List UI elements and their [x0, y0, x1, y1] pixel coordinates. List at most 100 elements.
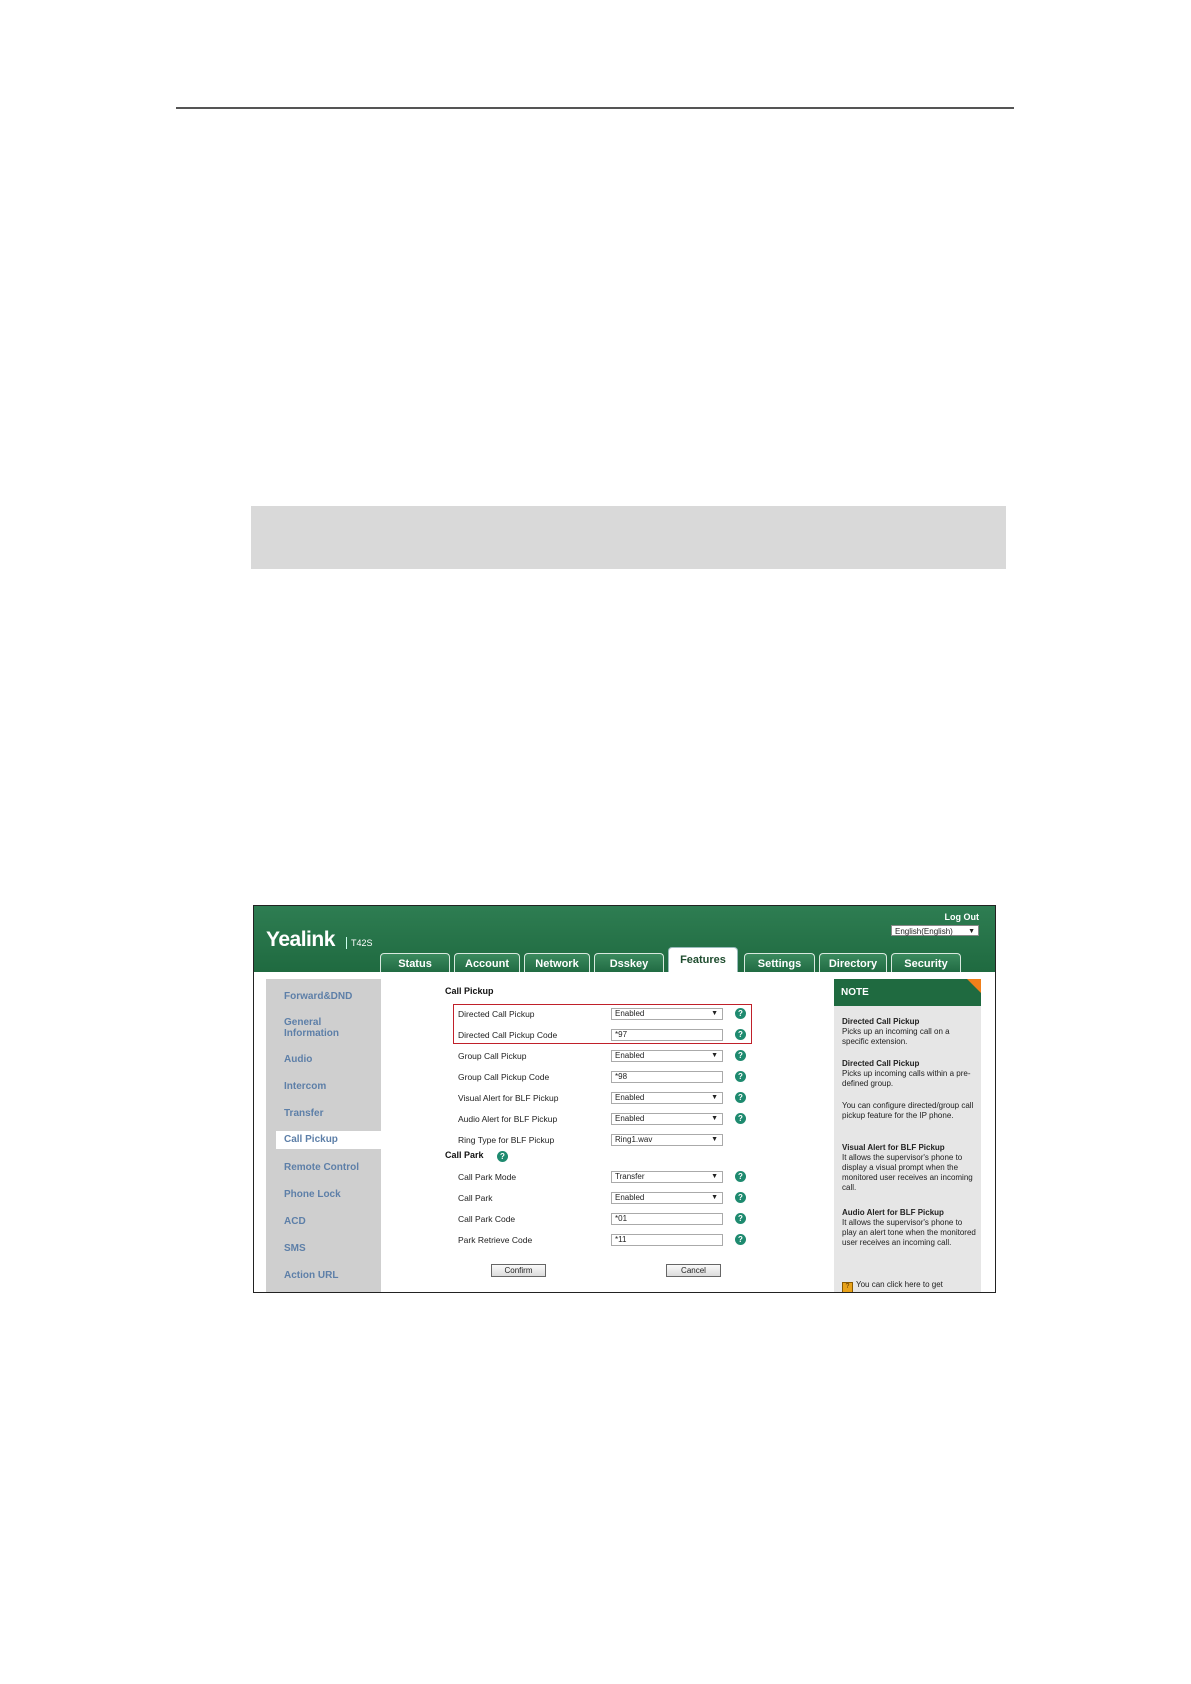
chevron-down-icon: ▼: [968, 928, 975, 935]
note-pane: NOTE Directed Call Pickup Picks up an inc…: [834, 979, 981, 1292]
shaded-note-box: [251, 506, 1006, 569]
select-value: Enabled: [615, 1009, 645, 1018]
chevron-down-icon: ▼: [711, 1136, 718, 1143]
chevron-down-icon: ▼: [711, 1094, 718, 1101]
tab-account[interactable]: Account: [454, 953, 520, 972]
help-icon[interactable]: ?: [735, 1029, 746, 1040]
note-block: Directed Call Pickup Picks up incoming ca…: [842, 1059, 978, 1089]
help-icon[interactable]: ?: [735, 1234, 746, 1245]
note-text: You can configure directed/group call pi…: [842, 1101, 974, 1120]
note-title: NOTE: [834, 979, 981, 1006]
park-retrieve-code-input[interactable]: *11: [611, 1234, 723, 1246]
directed-call-pickup-code-label: Directed Call Pickup Code: [458, 1030, 558, 1040]
help-icon[interactable]: ?: [735, 1213, 746, 1224]
note-block: You can configure directed/group call pi…: [842, 1101, 978, 1121]
chevron-down-icon: ▼: [711, 1173, 718, 1180]
note-heading: Directed Call Pickup: [842, 1059, 920, 1068]
nav-item-intercom[interactable]: Intercom: [284, 1081, 326, 1092]
call-park-title: Call Park: [445, 1150, 484, 1160]
note-heading: Visual Alert for BLF Pickup: [842, 1143, 945, 1152]
note-text: It allows the supervisor's phone to disp…: [842, 1153, 973, 1192]
nav-item-call-pickup[interactable]: Call Pickup: [276, 1131, 388, 1149]
nav-item-phone-lock[interactable]: Phone Lock: [284, 1189, 341, 1200]
web-ui-screenshot: Yealink T42S Log Out English(English) ▼ …: [253, 905, 996, 1293]
nav-item-audio[interactable]: Audio: [284, 1054, 312, 1065]
note-heading: Directed Call Pickup: [842, 1017, 920, 1026]
group-call-pickup-select[interactable]: Enabled ▼: [611, 1050, 723, 1062]
chevron-down-icon: ▼: [711, 1115, 718, 1122]
note-heading: Audio Alert for BLF Pickup: [842, 1208, 944, 1217]
nav-item-remote-control[interactable]: Remote Control: [284, 1162, 359, 1173]
select-value: Ring1.wav: [615, 1135, 653, 1144]
call-park-select[interactable]: Enabled ▼: [611, 1192, 723, 1204]
call-park-mode-label: Call Park Mode: [458, 1172, 517, 1182]
note-block: Visual Alert for BLF Pickup It allows the…: [842, 1143, 978, 1193]
chevron-down-icon: ▼: [711, 1010, 718, 1017]
cancel-button[interactable]: Cancel: [666, 1264, 721, 1277]
left-nav: Forward&DND General Information Audio In…: [266, 979, 388, 1292]
note-text: Picks up incoming calls within a pre-def…: [842, 1069, 971, 1088]
note-block: Audio Alert for BLF Pickup It allows the …: [842, 1208, 978, 1248]
select-value: Transfer: [615, 1172, 645, 1181]
note-text: It allows the supervisor's phone to play…: [842, 1218, 976, 1247]
model-label: T42S: [346, 937, 373, 949]
select-value: Enabled: [615, 1193, 645, 1202]
confirm-button[interactable]: Confirm: [491, 1264, 546, 1277]
directed-call-pickup-label: Directed Call Pickup: [458, 1009, 535, 1019]
help-icon[interactable]: ?: [735, 1113, 746, 1124]
ring-type-blf-select[interactable]: Ring1.wav ▼: [611, 1134, 723, 1146]
audio-alert-blf-select[interactable]: Enabled ▼: [611, 1113, 723, 1125]
group-call-pickup-label: Group Call Pickup: [458, 1051, 527, 1061]
tab-network[interactable]: Network: [524, 953, 590, 972]
page-header-rule: [176, 107, 1014, 109]
tab-directory[interactable]: Directory: [819, 953, 887, 972]
group-call-pickup-code-input[interactable]: *98: [611, 1071, 723, 1083]
note-text: Picks up an incoming call on a specific …: [842, 1027, 950, 1046]
ring-type-blf-label: Ring Type for BLF Pickup: [458, 1135, 555, 1145]
language-value: English(English): [895, 927, 953, 936]
call-park-code-input[interactable]: *01: [611, 1213, 723, 1225]
help-icon[interactable]: ?: [735, 1071, 746, 1082]
tab-status[interactable]: Status: [380, 953, 450, 972]
select-value: Enabled: [615, 1093, 645, 1102]
chevron-down-icon: ▼: [711, 1194, 718, 1201]
call-park-mode-select[interactable]: Transfer ▼: [611, 1171, 723, 1183]
top-bar: Yealink T42S Log Out English(English) ▼ …: [254, 906, 995, 972]
help-icon[interactable]: ?: [735, 1192, 746, 1203]
nav-item-acd[interactable]: ACD: [284, 1216, 306, 1227]
help-book-icon: ?: [842, 1282, 853, 1292]
language-select[interactable]: English(English) ▼: [891, 925, 979, 936]
help-icon[interactable]: ?: [735, 1050, 746, 1061]
call-pickup-title: Call Pickup: [445, 986, 494, 996]
call-park-label: Call Park: [458, 1193, 493, 1203]
nav-item-transfer[interactable]: Transfer: [284, 1108, 323, 1119]
note-block: Directed Call Pickup Picks up an incoming…: [842, 1017, 978, 1047]
audio-alert-blf-label: Audio Alert for BLF Pickup: [458, 1114, 558, 1124]
note-footer[interactable]: ? You can click here to get: [842, 1280, 943, 1292]
tab-features[interactable]: Features: [668, 947, 738, 972]
logout-link[interactable]: Log Out: [945, 912, 980, 922]
park-retrieve-code-label: Park Retrieve Code: [458, 1235, 533, 1245]
help-icon[interactable]: ?: [735, 1008, 746, 1019]
yealink-logo: Yealink: [266, 928, 335, 951]
nav-item-sms[interactable]: SMS: [284, 1243, 306, 1254]
help-icon[interactable]: ?: [497, 1151, 508, 1162]
help-icon[interactable]: ?: [735, 1171, 746, 1182]
tab-settings[interactable]: Settings: [744, 953, 815, 972]
note-footer-text: You can click here to get: [856, 1280, 943, 1289]
directed-call-pickup-select[interactable]: Enabled ▼: [611, 1008, 723, 1020]
select-value: Enabled: [615, 1114, 645, 1123]
chevron-down-icon: ▼: [711, 1052, 718, 1059]
directed-call-pickup-code-input[interactable]: *97: [611, 1029, 723, 1041]
select-value: Enabled: [615, 1051, 645, 1060]
note-corner-icon: [967, 979, 981, 993]
group-call-pickup-code-label: Group Call Pickup Code: [458, 1072, 550, 1082]
tab-security[interactable]: Security: [891, 953, 961, 972]
visual-alert-blf-select[interactable]: Enabled ▼: [611, 1092, 723, 1104]
nav-item-action-url[interactable]: Action URL: [284, 1270, 338, 1281]
call-park-code-label: Call Park Code: [458, 1214, 516, 1224]
nav-item-general-information[interactable]: General Information: [284, 1017, 354, 1039]
tab-dsskey[interactable]: Dsskey: [594, 953, 664, 972]
help-icon[interactable]: ?: [735, 1092, 746, 1103]
nav-item-forward-dnd[interactable]: Forward&DND: [284, 991, 352, 1002]
